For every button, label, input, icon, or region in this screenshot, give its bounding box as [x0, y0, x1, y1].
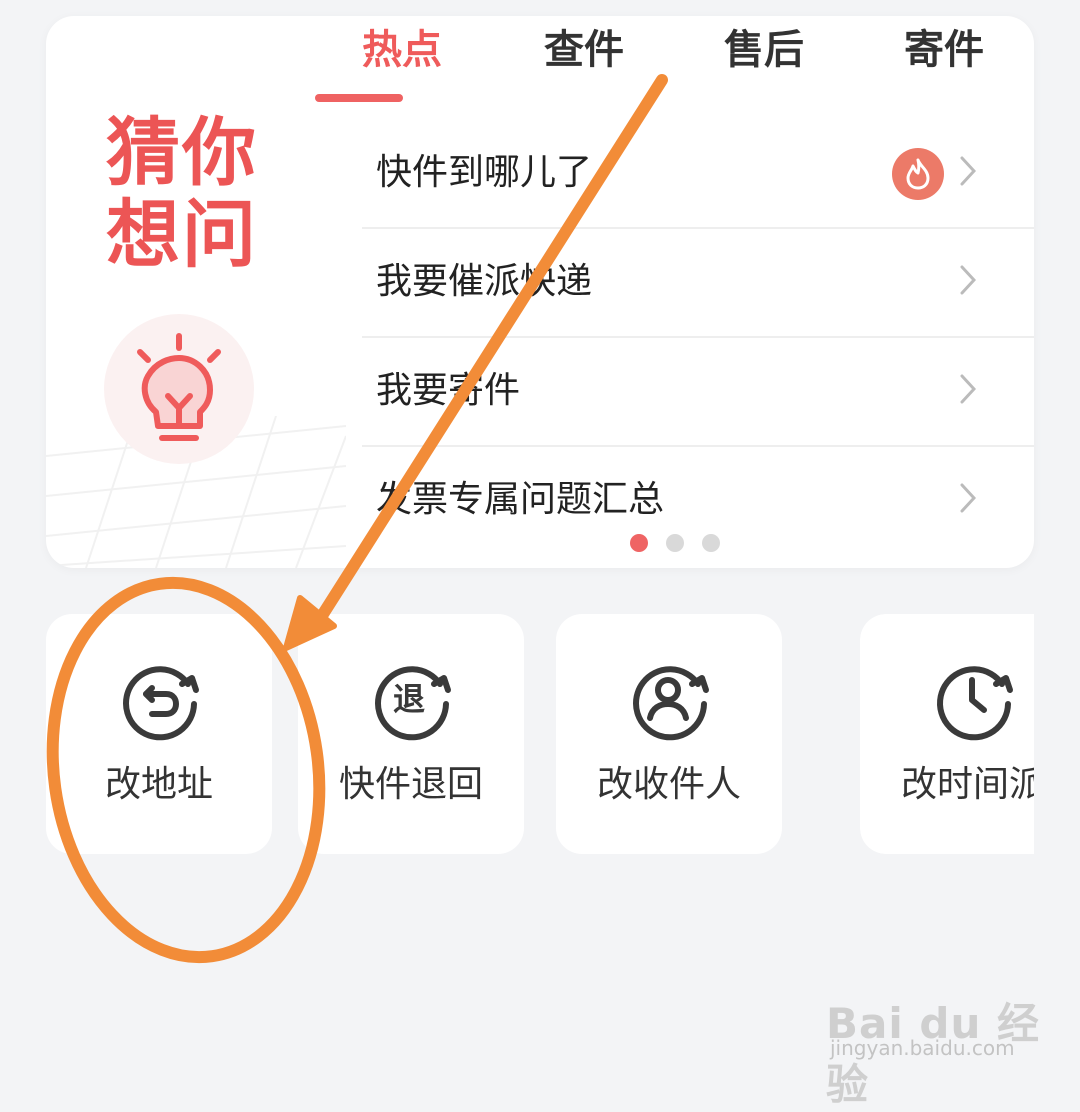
question-text: 我要催派快递: [376, 261, 593, 302]
page-dot-1[interactable]: [630, 534, 648, 552]
service-label: 改收件人: [596, 764, 741, 805]
change-time-icon: [937, 666, 1013, 741]
list-item-urge-delivery[interactable]: 我要催派快递: [362, 229, 1034, 338]
guess-title-line1: 猜你: [106, 110, 258, 196]
tab-after-sales[interactable]: 售后: [724, 24, 804, 76]
service-change-time[interactable]: 改时间派: [860, 614, 1034, 854]
chevron-right-icon: [960, 156, 976, 186]
category-tabs: 热点 查件 售后 寄件: [300, 24, 988, 114]
question-list: 快件到哪儿了 我要催派快递 我要寄件 发票专属问题汇总: [362, 120, 1034, 554]
guess-you-ask-title: 猜你 想问: [106, 112, 266, 276]
chevron-right-icon: [960, 374, 976, 404]
service-label: 快件退回: [338, 764, 483, 805]
chevron-right-icon: [960, 265, 976, 295]
return-icon: 退: [375, 666, 451, 741]
active-tab-indicator: [315, 94, 403, 102]
chevron-right-icon: [960, 483, 976, 513]
baidu-watermark-url: jingyan.baidu.com: [830, 1036, 1015, 1060]
guess-title-line2: 想问: [106, 192, 258, 278]
hot-icon: [892, 148, 944, 200]
list-item-send-parcel[interactable]: 我要寄件: [362, 338, 1034, 447]
change-address-icon: [123, 666, 199, 741]
service-change-recipient[interactable]: 改收件人: [556, 614, 782, 854]
tab-hot[interactable]: 热点: [362, 24, 442, 76]
service-change-address[interactable]: 改地址: [46, 614, 272, 854]
question-text: 我要寄件: [376, 370, 521, 411]
tab-track[interactable]: 查件: [544, 24, 624, 76]
page-dot-3[interactable]: [702, 534, 720, 552]
service-label: 改时间派: [900, 764, 1034, 805]
lightbulb-icon: [104, 314, 254, 464]
change-recipient-icon: [633, 666, 709, 741]
tab-send[interactable]: 寄件: [904, 24, 984, 76]
question-text: 发票专属问题汇总: [376, 479, 665, 520]
list-item-invoice-faq[interactable]: 发票专属问题汇总: [362, 447, 1034, 554]
page-dot-2[interactable]: [666, 534, 684, 552]
service-label: 改地址: [104, 764, 213, 805]
service-change-time-clip: 改时间派: [860, 614, 1034, 854]
service-return-parcel[interactable]: 退 快件退回: [298, 614, 524, 854]
list-item-where-is-parcel[interactable]: 快件到哪儿了: [362, 120, 1034, 229]
question-text: 快件到哪儿了: [376, 152, 593, 193]
return-icon-glyph: 退: [393, 680, 425, 718]
